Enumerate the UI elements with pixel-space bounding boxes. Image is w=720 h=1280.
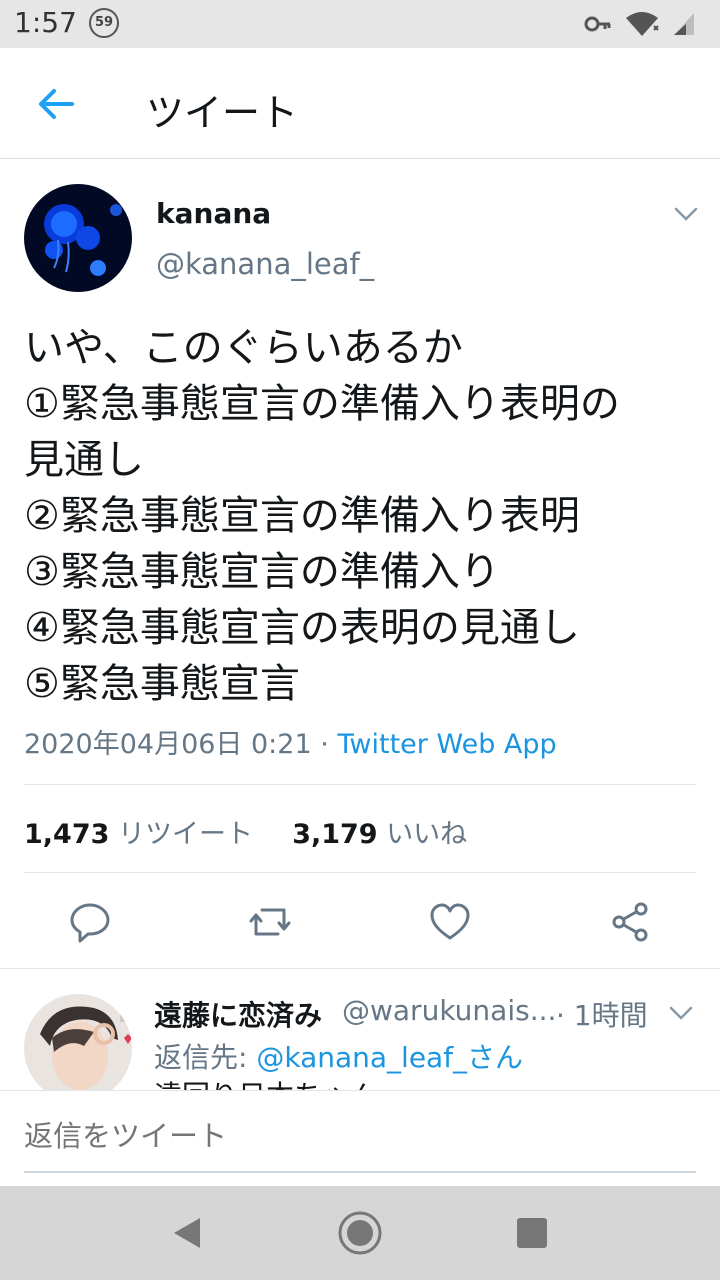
status-time: 1:57 — [14, 6, 77, 39]
chevron-down-icon[interactable] — [668, 1000, 694, 1026]
notification-count-badge: 59 — [89, 8, 119, 38]
tweet-line: 見通し — [24, 437, 144, 483]
input-underline — [24, 1171, 696, 1173]
user-handle[interactable]: @kanana_leaf_ — [156, 247, 374, 281]
nav-recents-icon[interactable] — [516, 1217, 548, 1249]
avatar[interactable] — [24, 184, 132, 292]
like-label[interactable]: いいね — [386, 819, 467, 850]
status-icons — [584, 10, 696, 38]
tweet-text: いや、このぐらいあるか ①緊急事態宣言の準備入り表明の 見通し ②緊急事態宣言の… — [24, 320, 704, 712]
key-icon — [584, 16, 611, 32]
nav-home-icon[interactable] — [336, 1209, 384, 1257]
display-name[interactable]: kanana — [156, 197, 271, 230]
tweet-stats: 1,473 リツイート 3,179 いいね — [24, 812, 467, 851]
reply-preview-line: 遠回り日本ちゃん — [154, 1078, 714, 1090]
tweet-meta: 2020年04月06日 0:21 · Twitter Web App — [24, 722, 557, 761]
reply-icon[interactable] — [68, 900, 112, 944]
top-app-bar: ツイート — [0, 48, 720, 159]
reply-preview-text: 遠回り日本ちゃん — [154, 1076, 714, 1090]
tweet-timestamp: 2020年04月06日 0:21 — [24, 729, 312, 760]
reply-display-name[interactable]: 遠藤に恋済み — [154, 994, 322, 1034]
tweet-line: ⑤緊急事態宣言 — [24, 661, 300, 707]
retweet-icon[interactable] — [248, 900, 292, 944]
reply-avatar[interactable] — [24, 994, 132, 1102]
chevron-down-icon[interactable] — [672, 200, 700, 228]
retweet-count[interactable]: 1,473 — [24, 819, 109, 850]
meta-separator: · — [311, 729, 338, 760]
reply-compose-bar — [0, 1090, 720, 1187]
tweet-line: いや、このぐらいあるか — [24, 325, 463, 371]
reply-time: · 1時間 — [556, 999, 648, 1032]
tweet-line: ④緊急事態宣言の表明の見通し — [24, 605, 580, 651]
tweet-line: ②緊急事態宣言の準備入り表明 — [24, 493, 580, 539]
reply-to-prefix: 返信先: — [154, 1041, 257, 1074]
system-nav-bar — [0, 1186, 720, 1280]
page-title: ツイート — [146, 91, 299, 135]
divider — [24, 872, 696, 873]
wifi-icon — [626, 12, 659, 36]
tweet-line: ①緊急事態宣言の準備入り表明の — [24, 381, 620, 427]
tweet-line: ③緊急事態宣言の準備入り — [24, 549, 500, 595]
share-icon[interactable] — [608, 900, 652, 944]
status-bar: 1:57 59 — [0, 0, 720, 48]
reply-input[interactable] — [24, 1119, 674, 1153]
reply-to-line: 返信先: @kanana_leaf_さん — [154, 1036, 523, 1076]
divider — [24, 784, 696, 785]
back-arrow-icon[interactable] — [30, 78, 82, 130]
like-icon[interactable] — [428, 900, 472, 944]
tweet-source-link[interactable]: Twitter Web App — [337, 729, 556, 760]
reply-to-mention[interactable]: @kanana_leaf_さん — [256, 1041, 523, 1074]
reply-handle[interactable]: @warukunais... — [342, 994, 556, 1027]
nav-back-icon[interactable] — [170, 1216, 204, 1250]
divider — [0, 968, 720, 969]
like-count[interactable]: 3,179 — [292, 819, 377, 850]
signal-icon — [674, 13, 694, 35]
retweet-label[interactable]: リツイート — [118, 819, 253, 850]
